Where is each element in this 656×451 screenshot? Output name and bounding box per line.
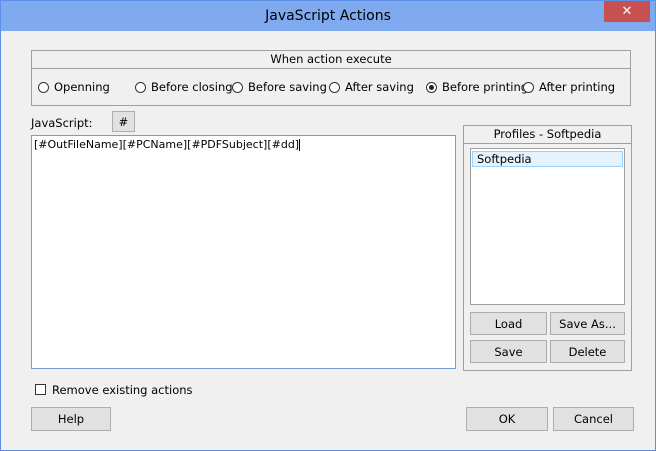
radio-label: After printing — [539, 80, 616, 94]
radio-before-printing[interactable]: Before printing — [426, 80, 528, 94]
help-button[interactable]: Help — [31, 407, 111, 431]
radio-label: Before printing — [442, 80, 529, 94]
radio-circle — [523, 81, 534, 93]
radio-circle — [232, 81, 243, 93]
radio-circle — [38, 81, 49, 93]
radio-label: Before saving — [248, 80, 327, 94]
radio-before-saving[interactable]: Before saving — [232, 80, 327, 94]
radio-after-printing[interactable]: After printing — [523, 80, 615, 94]
radio-label: Before closing — [151, 80, 233, 94]
delete-button[interactable]: Delete — [550, 340, 625, 363]
action-execute-title: When action execute — [32, 51, 630, 69]
radio-circle-selected — [426, 81, 437, 93]
load-button[interactable]: Load — [470, 312, 547, 335]
radio-openning[interactable]: Openning — [38, 80, 110, 94]
ok-button[interactable]: OK — [466, 407, 548, 431]
dialog-content: When action execute Openning Before clos… — [8, 31, 648, 443]
window-title: JavaScript Actions — [265, 8, 391, 24]
action-radio-row: Openning Before closing Before saving Af… — [32, 68, 630, 105]
radio-label: Openning — [54, 80, 110, 94]
radio-label: After saving — [345, 80, 414, 94]
close-icon: ✕ — [621, 4, 633, 19]
javascript-label: JavaScript: — [31, 116, 93, 130]
list-item[interactable]: Softpedia — [472, 151, 623, 167]
save-as-button[interactable]: Save As... — [550, 312, 625, 335]
remove-existing-label: Remove existing actions — [52, 383, 193, 397]
profiles-group: Profiles - Softpedia Softpedia Load Save… — [463, 125, 632, 371]
radio-after-saving[interactable]: After saving — [329, 80, 414, 94]
radio-circle — [135, 81, 146, 93]
radio-before-closing[interactable]: Before closing — [135, 80, 233, 94]
javascript-code-text: [#OutFileName][#PCName][#PDFSubject][#dd… — [34, 138, 300, 151]
action-execute-group: When action execute Openning Before clos… — [31, 50, 631, 106]
profiles-title: Profiles - Softpedia — [464, 126, 631, 144]
insert-variable-button[interactable]: # — [112, 111, 135, 132]
cancel-button[interactable]: Cancel — [553, 407, 634, 431]
close-button[interactable]: ✕ — [604, 1, 650, 22]
profiles-list[interactable]: Softpedia — [470, 148, 625, 305]
text-caret — [299, 139, 301, 151]
title-bar[interactable]: JavaScript Actions ✕ — [1, 1, 655, 31]
javascript-actions-window: JavaScript Actions ✕ When action execute… — [0, 0, 656, 451]
radio-selected-dot — [429, 84, 434, 90]
save-button[interactable]: Save — [470, 340, 547, 363]
radio-circle — [329, 81, 340, 93]
remove-existing-checkbox[interactable] — [35, 384, 46, 395]
javascript-editor[interactable]: [#OutFileName][#PCName][#PDFSubject][#dd… — [31, 135, 456, 369]
